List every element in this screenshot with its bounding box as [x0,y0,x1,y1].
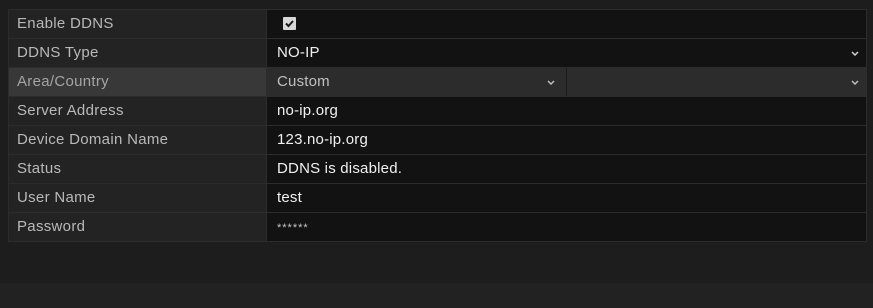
row-status: Status DDNS is disabled. [8,154,867,184]
enable-ddns-value [267,10,866,38]
check-icon [285,20,294,28]
chevron-down-icon [547,80,555,85]
device-domain-name-label: Device Domain Name [9,126,267,154]
user-name-label: User Name [9,184,267,212]
status-value: DDNS is disabled. [267,155,866,183]
row-enable-ddns: Enable DDNS [8,9,867,39]
enable-ddns-checkbox[interactable] [283,17,296,30]
ddns-type-select[interactable]: NO-IP [267,39,866,67]
password-label: Password [9,213,267,241]
area-country-selected: Custom [277,73,330,90]
server-address-label: Server Address [9,97,267,125]
status-label: Status [9,155,267,183]
row-device-domain-name: Device Domain Name 123.no-ip.org [8,125,867,155]
password-field[interactable]: ****** [267,213,866,241]
area-country-sub-select[interactable] [567,68,866,96]
ddns-type-label: DDNS Type [9,39,267,67]
bottom-bar [0,283,873,308]
area-country-value: Custom [267,68,866,96]
area-country-select[interactable]: Custom [267,68,567,96]
row-user-name: User Name test [8,183,867,213]
enable-ddns-label: Enable DDNS [9,10,267,38]
row-server-address: Server Address no-ip.org [8,96,867,126]
row-ddns-type: DDNS Type NO-IP [8,38,867,68]
server-address-field[interactable]: no-ip.org [267,97,866,125]
chevron-down-icon [851,51,859,56]
user-name-field[interactable]: test [267,184,866,212]
chevron-down-icon [851,80,859,85]
password-mask: ****** [277,222,309,234]
area-country-label: Area/Country [9,68,267,96]
row-password: Password ****** [8,212,867,242]
device-domain-name-field[interactable]: 123.no-ip.org [267,126,866,154]
row-area-country: Area/Country Custom [8,67,867,97]
ddns-settings-panel: Enable DDNS DDNS Type NO-IP Area/Country… [0,0,873,308]
ddns-type-value: NO-IP [277,44,320,61]
